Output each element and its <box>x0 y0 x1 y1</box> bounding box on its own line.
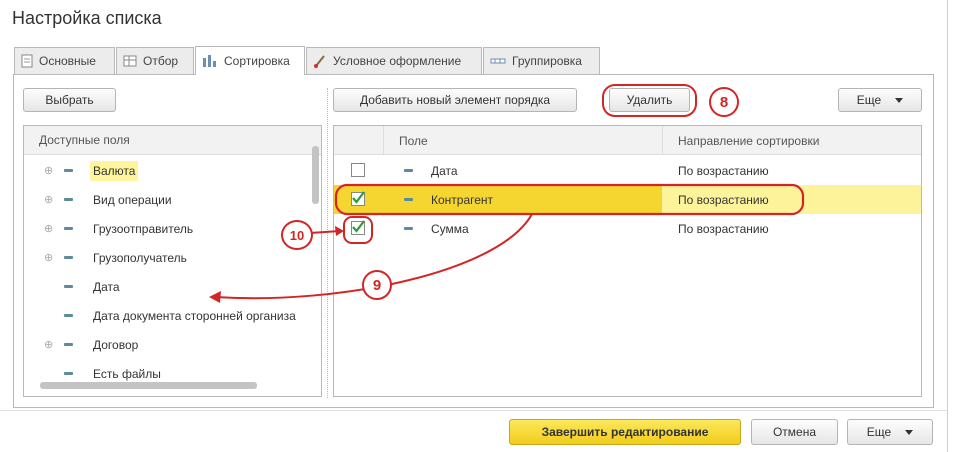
delete-button-outline <box>602 84 697 117</box>
annotation-marker-9: 9 <box>362 270 392 300</box>
footer-divider <box>0 410 947 411</box>
selected-row-outline <box>334 183 805 216</box>
chevron-down-icon <box>905 429 914 435</box>
arrowhead-10 <box>335 226 344 236</box>
arrow-10 <box>309 230 341 234</box>
cancel-button[interactable]: Отмена <box>751 419 838 445</box>
finish-editing-button[interactable]: Завершить редактирование <box>509 419 741 445</box>
arrowhead-9 <box>209 291 221 303</box>
annotation-marker-10: 10 <box>281 220 313 250</box>
footer-more-label: Еще <box>866 425 892 439</box>
footer-more-button[interactable]: Еще <box>847 419 933 445</box>
annotation-marker-8: 8 <box>709 87 739 117</box>
checkbox-outline <box>343 216 373 244</box>
annotation-overlay <box>209 84 805 303</box>
